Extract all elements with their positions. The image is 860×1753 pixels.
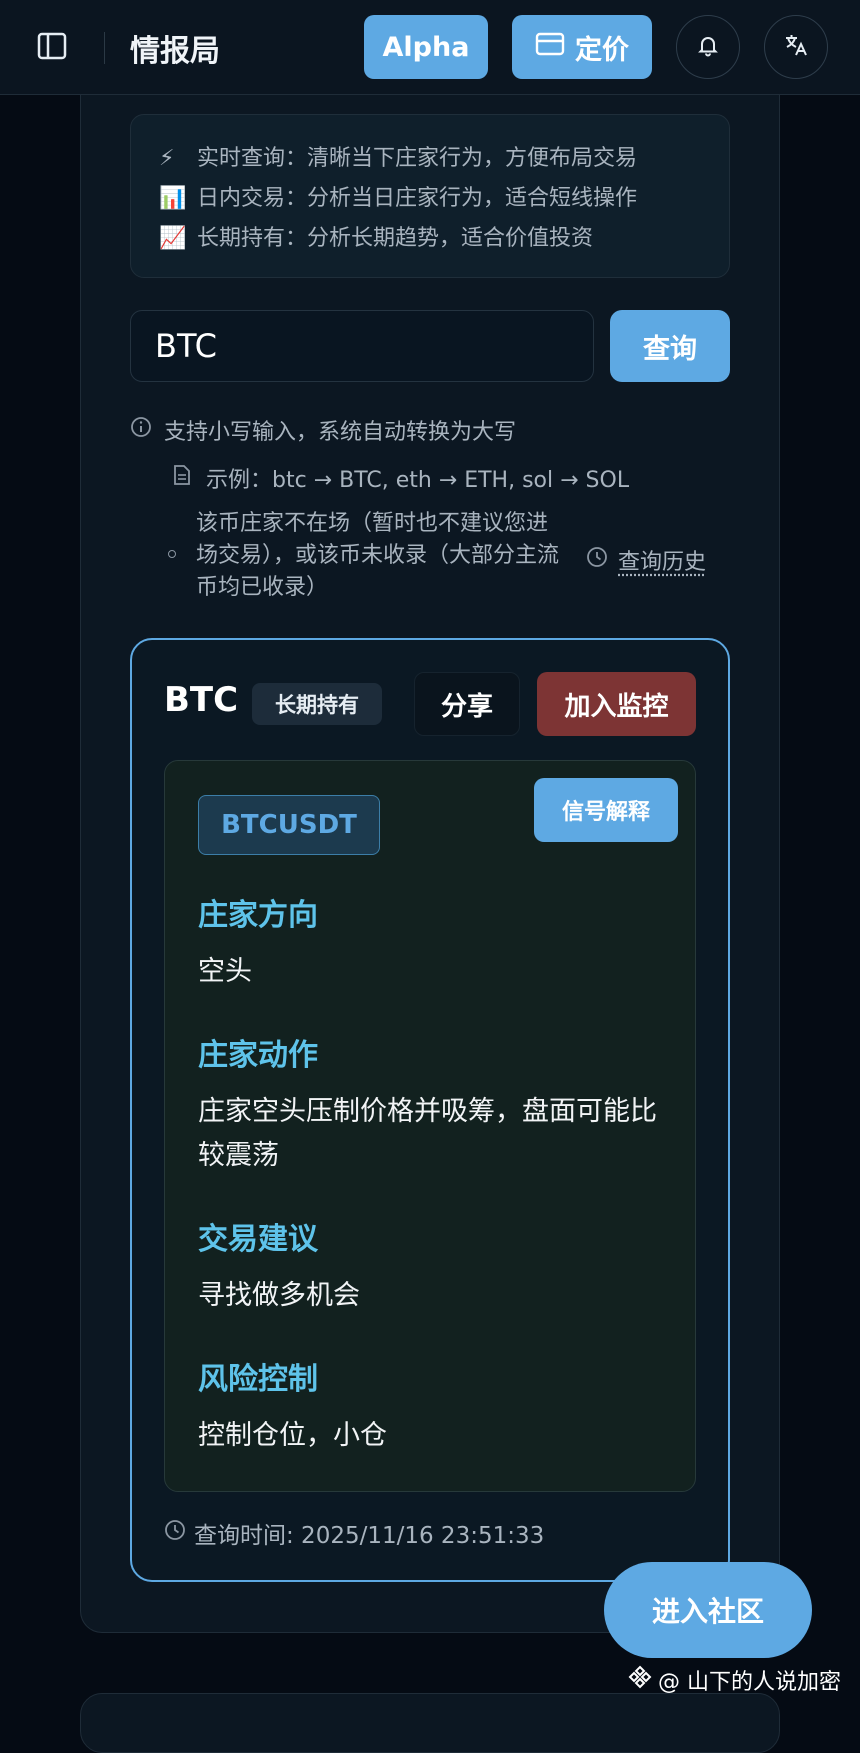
case-hint-text: 支持小写输入，系统自动转换为大写: [164, 420, 517, 445]
enter-community-button[interactable]: 进入社区: [604, 1562, 812, 1658]
notification-bell-button[interactable]: [676, 15, 740, 79]
info-line-realtime: ⚡ 实时查询：清晰当下庄家行为，方便布局交易: [159, 139, 729, 179]
case-hint: 支持小写输入，系统自动转换为大写: [130, 414, 516, 446]
header-divider: [104, 32, 105, 64]
watermark: @ 山下的人说加密: [628, 1664, 841, 1696]
section-title-action: 庄家动作: [198, 1038, 318, 1073]
share-button[interactable]: 分享: [414, 672, 520, 736]
symbol-search-input[interactable]: [130, 310, 594, 382]
pricing-label: 定价: [575, 34, 629, 66]
clock-icon: [586, 546, 608, 574]
watermark-text: @ 山下的人说加密: [658, 1670, 841, 1695]
trend-up-icon: 📈: [159, 226, 187, 251]
sidebar-toggle-icon[interactable]: [36, 30, 68, 62]
add-monitor-button[interactable]: 加入监控: [537, 672, 696, 736]
section-value-action: 庄家空头压制价格并吸筹，盘面可能比较震荡: [198, 1096, 657, 1171]
clock-icon: [164, 1519, 186, 1547]
result-symbol: BTC: [164, 680, 239, 720]
app-title: 情报局: [130, 34, 220, 69]
section-title-advice: 交易建议: [198, 1222, 318, 1257]
query-time-text: 查询时间: 2025/11/16 23:51:33: [194, 1523, 545, 1549]
credit-card-icon: [535, 32, 565, 63]
pricing-button[interactable]: 定价: [512, 15, 652, 79]
bell-icon: [696, 33, 720, 61]
language-button[interactable]: [764, 15, 828, 79]
document-icon: [172, 464, 192, 492]
lightning-icon: ⚡: [159, 146, 175, 171]
trading-pair-badge: BTCUSDT: [198, 795, 380, 855]
info-line-intraday: 📊 日内交易：分析当日庄家行为，适合短线操作: [159, 179, 729, 219]
query-history-label: 查询历史: [618, 550, 707, 575]
next-panel: [80, 1693, 780, 1753]
signal-explain-button[interactable]: 信号解释: [534, 778, 678, 842]
binance-logo-icon: [628, 1665, 652, 1695]
translate-icon: [783, 32, 809, 62]
query-button[interactable]: 查询: [610, 310, 730, 382]
section-value-risk: 控制仓位，小仓: [198, 1420, 387, 1451]
section-value-advice: 寻找做多机会: [198, 1280, 360, 1311]
alpha-button[interactable]: Alpha: [364, 15, 488, 79]
info-line-longterm: 📈 长期持有：分析长期趋势，适合价值投资: [159, 219, 729, 259]
bullet-dot-icon: [168, 550, 176, 558]
query-timestamp: 查询时间: 2025/11/16 23:51:33: [164, 1516, 544, 1550]
query-history-link[interactable]: 查询历史: [586, 544, 706, 576]
example-hint-text: 示例：btc → BTC, eth → ETH, sol → SOL: [206, 468, 630, 493]
section-title-risk: 风险控制: [198, 1362, 318, 1397]
info-icon: [130, 416, 152, 444]
section-title-direction: 庄家方向: [198, 898, 318, 933]
mode-info-card: ⚡ 实时查询：清晰当下庄家行为，方便布局交易 📊 日内交易：分析当日庄家行为，适合短…: [130, 114, 730, 278]
bar-chart-icon: 📊: [159, 186, 187, 211]
not-listed-note: 该币庄家不在场（暂时也不建议您进场交易），或该币未收录（大部分主流币均已收录）: [196, 511, 560, 600]
mode-badge: 长期持有: [252, 683, 382, 725]
example-hint: 示例：btc → BTC, eth → ETH, sol → SOL: [172, 462, 629, 494]
section-value-direction: 空头: [198, 956, 252, 987]
